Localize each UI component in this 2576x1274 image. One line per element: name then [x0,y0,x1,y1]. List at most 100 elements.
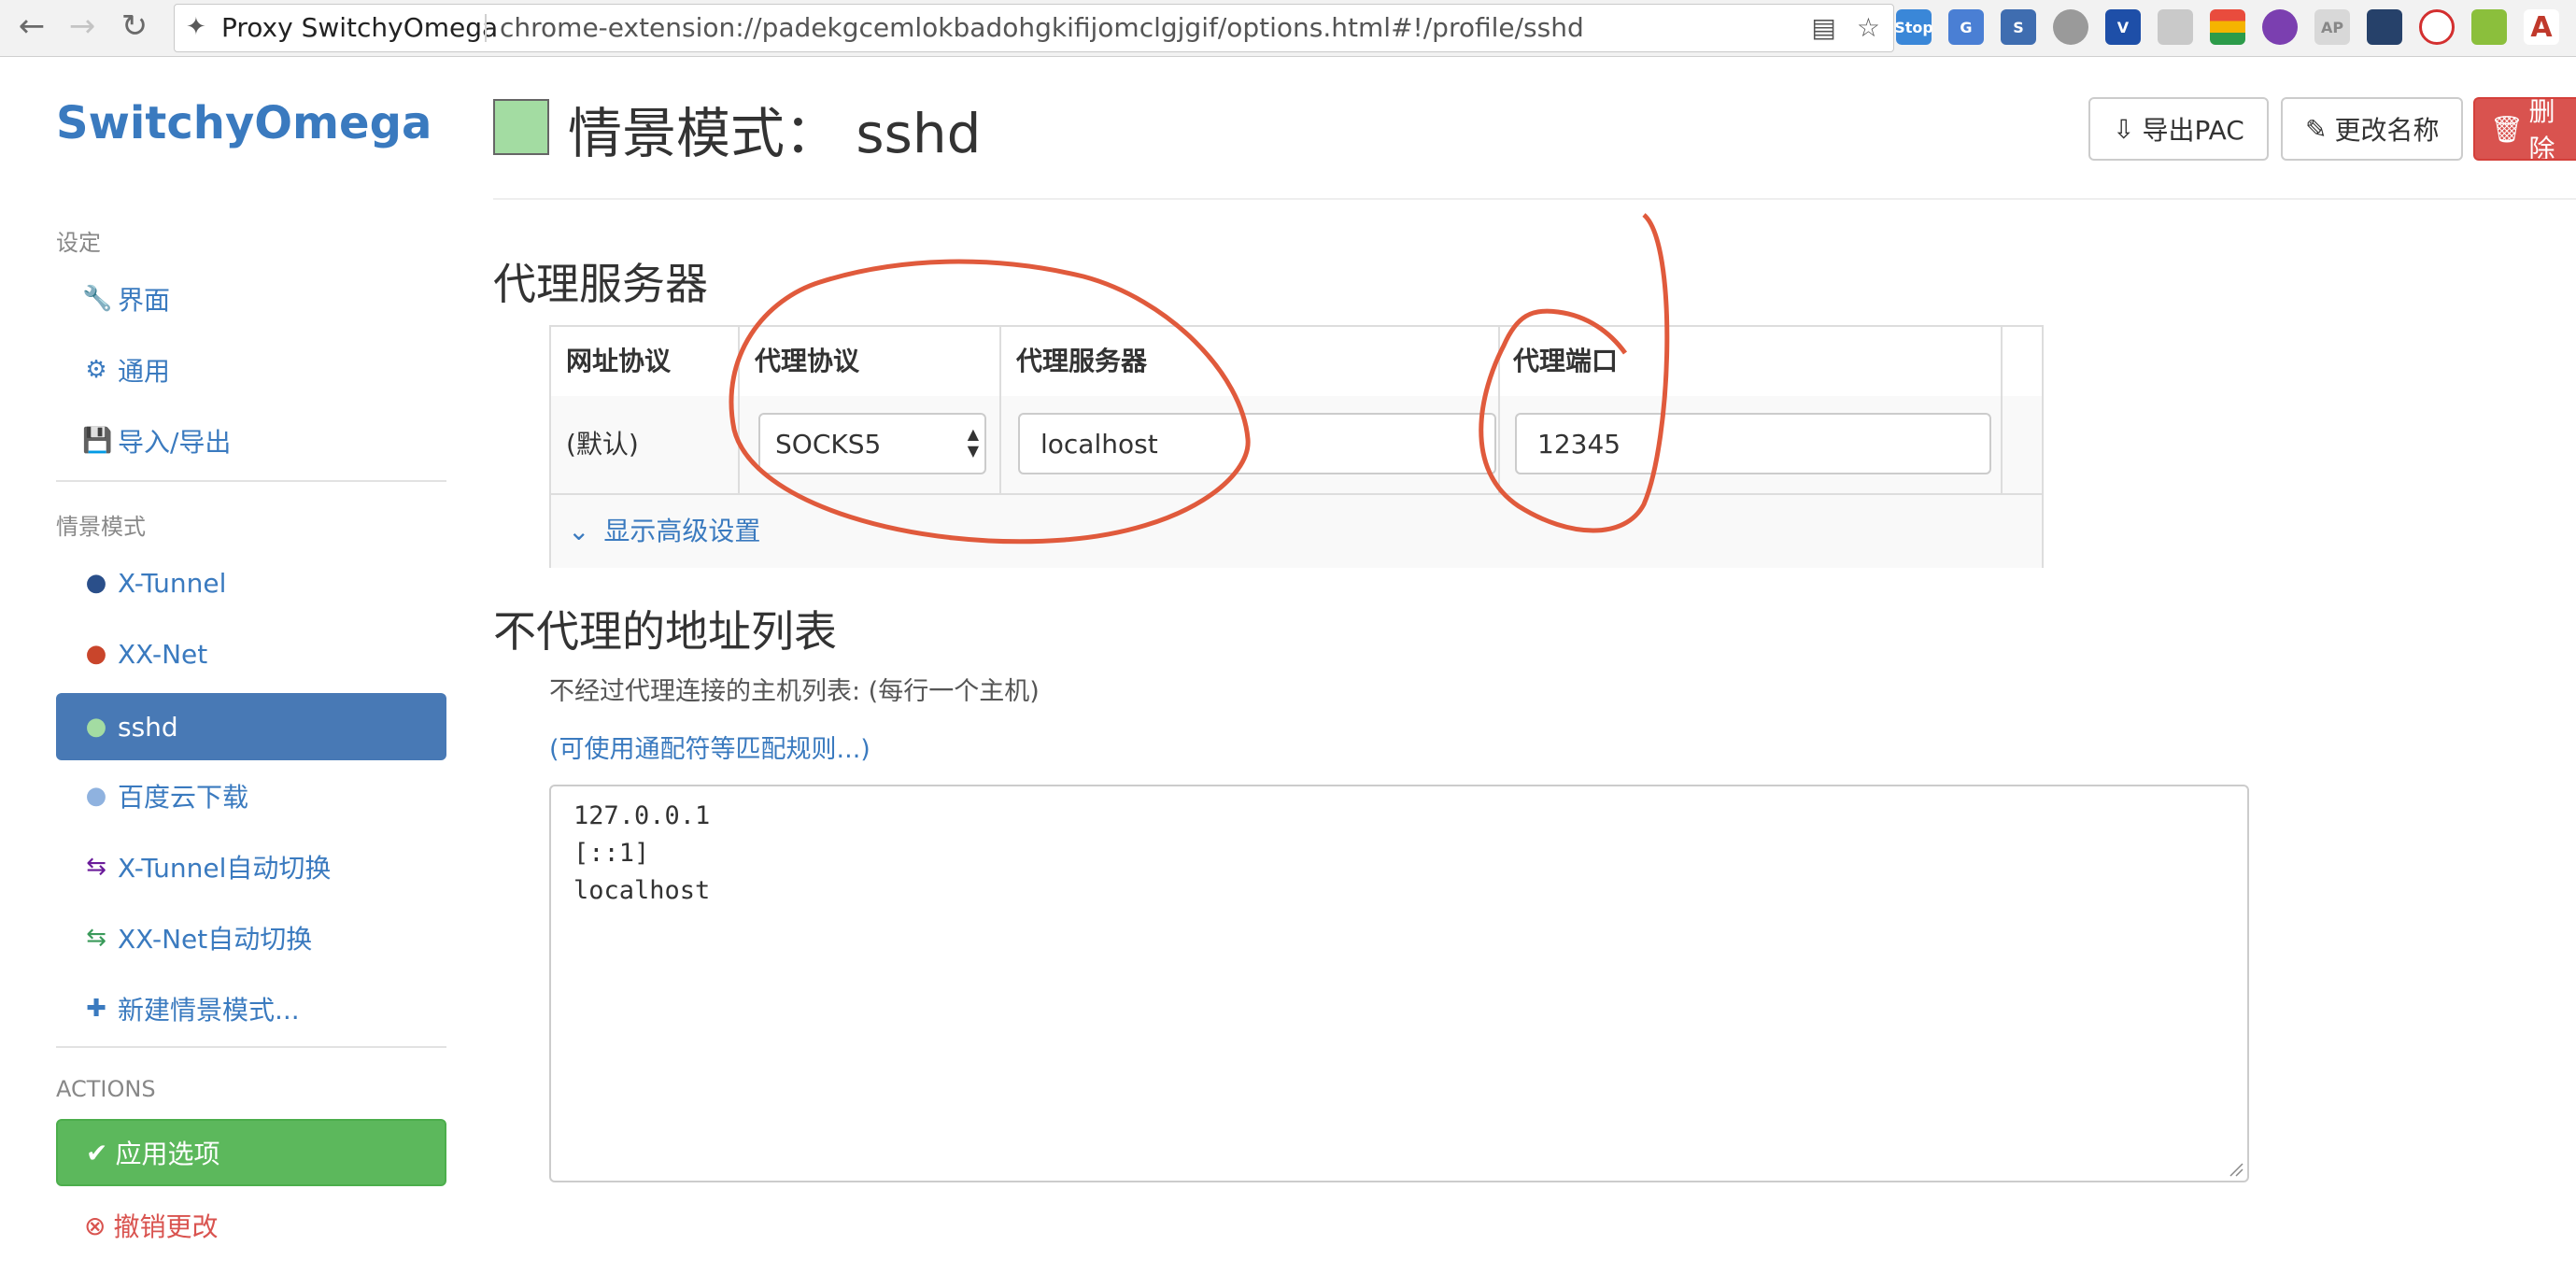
purple-circle-extension-icon[interactable] [2262,9,2298,45]
sidebar-item-x-tunnel-auto[interactable]: ⇆ X-Tunnel自动切换 [56,833,446,900]
sidebar-item-general[interactable]: ⚙ 通用 [56,336,446,403]
extension-icons: Stop G S V AP A [1894,9,2559,47]
translate-icon[interactable]: ▤ [1811,12,1835,44]
back-icon[interactable]: ← [11,6,52,47]
select-arrows-icon: ▲ ▼ [967,425,979,460]
sidebar-item-x-tunnel[interactable]: ● X-Tunnel [56,549,446,616]
globe-icon: ● [85,713,107,741]
floppy-icon: 💾 [82,427,113,455]
table-row: (默认) SOCKS5 ▲ ▼ localhost 12345 [551,396,2042,495]
table-header-row: 网址协议 代理协议 代理服务器 代理端口 [551,327,2042,398]
forward-icon[interactable]: → [62,6,103,47]
protocol-select[interactable]: SOCKS5 ▲ ▼ [758,413,986,474]
switch-icon: ⇆ [86,924,106,952]
translate-extension-icon[interactable]: G [1948,9,1984,45]
sidebar-item-label: X-Tunnel [118,567,227,599]
check-circle-icon: ✔ [86,1137,108,1168]
discard-changes-link[interactable]: ⊗ 撤销更改 [56,1197,218,1253]
sidebar-item-label: 百度云下载 [118,782,249,813]
rename-button[interactable]: ✎ 更改名称 [2281,97,2464,161]
column-header: 网址协议 [566,346,672,376]
ap-extension-icon[interactable]: AP [2314,9,2350,45]
block-extension-icon[interactable] [2419,9,2455,45]
sidebar-item-new-profile[interactable]: ✚ 新建情景模式... [56,975,446,1042]
puzzle-icon: ✦ [186,13,206,41]
grey-circle-extension-icon[interactable] [2053,9,2088,45]
browser-toolbar: ← → ↻ ✦ Proxy SwitchyOmega chrome-extens… [0,0,2576,57]
divider [56,1046,446,1048]
s-extension-icon[interactable]: S [2001,9,2036,45]
sidebar-item-xx-net[interactable]: ● XX-Net [56,620,446,687]
resize-grip-icon[interactable] [2229,1162,2243,1177]
url-text[interactable]: chrome-extension://padekgcemlokbadohgkif… [500,5,1584,51]
actions-header: ACTIONS [56,1076,156,1102]
column-divider [999,327,1001,493]
globe-icon: ● [85,782,107,810]
bypass-help-text: 不经过代理连接的主机列表: (每行一个主机) [549,677,1040,706]
switch-icon: ⇆ [86,853,106,881]
column-header: 代理协议 [755,346,860,376]
scheme-cell: (默认) [566,429,639,460]
edit-icon: ✎ [2305,113,2328,145]
wrench-icon: 🔧 [82,285,113,313]
column-divider [1498,327,1500,493]
bypass-section-title: 不代理的地址列表 [493,606,837,657]
sidebar-item-label: 通用 [118,356,171,387]
column-divider [2001,327,2003,493]
stop-extension-icon[interactable]: Stop [1894,9,1933,45]
a-extension-icon[interactable]: A [2524,9,2559,45]
sidebar-item-label: X-Tunnel自动切换 [118,853,332,884]
column-header: 代理服务器 [1016,346,1148,376]
address-bar[interactable]: ✦ Proxy SwitchyOmega chrome-extension://… [174,4,1894,52]
proxy-section-title: 代理服务器 [493,259,708,309]
paint-bucket-extension-icon[interactable] [2158,9,2193,45]
reload-icon[interactable]: ↻ [114,6,155,47]
header-divider [493,198,2576,200]
column-divider [738,327,740,493]
sidebar-item-label: 新建情景模式... [118,995,300,1026]
v-extension-icon[interactable]: V [2105,9,2141,45]
cancel-circle-icon: ⊗ [84,1210,106,1241]
sidebar-item-label: sshd [118,711,178,743]
trash-icon: 🗑 [2490,113,2524,145]
sidebar-item-label: XX-Net [118,638,208,670]
sidebar-item-sshd[interactable]: ● sshd [56,693,446,760]
brand-logo[interactable]: SwitchyOmega [56,97,432,149]
profiles-header: 情景模式 [56,514,146,540]
chevron-down-icon: ⌄ [568,516,590,546]
delete-button[interactable]: 🗑 删除 [2473,97,2576,161]
leaf-extension-icon[interactable] [2471,9,2507,45]
sidebar-item-xx-net-auto[interactable]: ⇆ XX-Net自动切换 [56,904,446,971]
divider [56,480,446,482]
bookmark-star-icon[interactable]: ☆ [1857,12,1880,44]
wildcard-rules-link[interactable]: (可使用通配符等匹配规则...) [549,729,870,765]
sidebar-item-import-export[interactable]: 💾 导入/导出 [56,407,446,474]
proxy-port-input[interactable]: 12345 [1515,413,1991,474]
export-pac-button[interactable]: ⇩ 导出PAC [2088,97,2269,161]
bypass-entry: localhost [573,876,711,905]
extension-name: Proxy SwitchyOmega [221,12,499,43]
stripes-extension-icon[interactable] [2367,9,2402,45]
sidebar-item-label: 导入/导出 [118,427,232,458]
globe-icon: ● [85,640,107,668]
bypass-entry: [::1] [573,839,650,868]
bypass-list-textarea[interactable]: 127.0.0.1 [::1] localhost [549,785,2249,1182]
sidebar-item-label: 界面 [118,285,171,316]
sidebar: SwitchyOmega 设定 🔧 界面 ⚙ 通用 💾 导入/导出 情景模式 ●… [56,56,446,1274]
sidebar-item-baidu-download[interactable]: ● 百度云下载 [56,762,446,829]
table-footer-row: ⌄ 显示高级设置 [551,495,2042,568]
settings-header: 设定 [56,230,101,256]
color-extension-icon[interactable] [2210,9,2245,45]
bypass-entry: 127.0.0.1 [573,801,711,830]
show-advanced-link[interactable]: ⌄ 显示高级设置 [568,495,760,568]
download-icon: ⇩ [2113,113,2135,145]
proxy-server-input[interactable]: localhost [1018,413,1496,474]
proxy-table: 网址协议 代理协议 代理服务器 代理端口 (默认) SOCKS5 ▲ ▼ loca… [549,325,2044,568]
apply-options-button[interactable]: ✔ 应用选项 [56,1119,446,1186]
column-header: 代理端口 [1513,346,1619,376]
sidebar-item-label: XX-Net自动切换 [118,924,313,955]
sidebar-item-interface[interactable]: 🔧 界面 [56,265,446,333]
profile-color-swatch[interactable] [493,99,549,155]
page-title: 情景模式： sshd [568,102,982,165]
plus-icon: ✚ [86,995,106,1023]
